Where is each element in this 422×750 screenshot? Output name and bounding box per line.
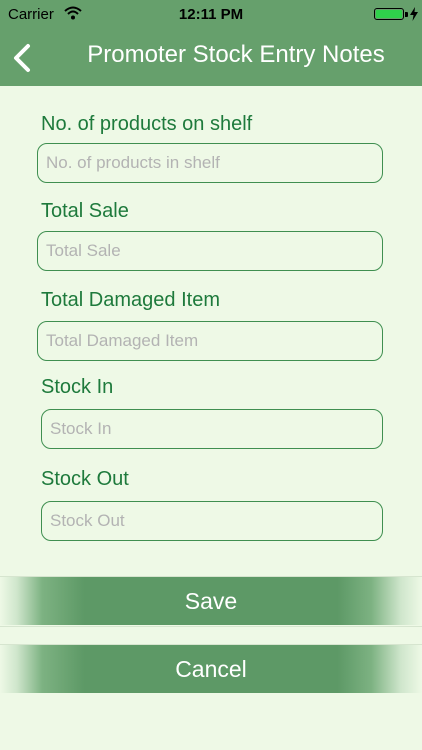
total-sale-label: Total Sale	[41, 200, 129, 222]
stock-in-label: Stock In	[41, 376, 114, 398]
stock-out-input[interactable]	[41, 501, 383, 541]
battery-icon	[374, 8, 404, 20]
status-bar: Carrier 12:11 PM	[0, 0, 422, 30]
chevron-left-icon	[14, 44, 30, 72]
total-damaged-item-label: Total Damaged Item	[41, 289, 220, 311]
back-button[interactable]	[6, 38, 42, 78]
total-sale-input[interactable]	[37, 231, 383, 271]
status-time: 12:11 PM	[178, 6, 244, 23]
products-on-shelf-label: No. of products on shelf	[41, 113, 253, 135]
navigation-bar: Promoter Stock Entry Notes	[0, 30, 422, 86]
products-on-shelf-input[interactable]	[37, 143, 383, 183]
total-damaged-item-input[interactable]	[37, 321, 383, 361]
stock-out-label: Stock Out	[41, 468, 129, 490]
charging-bolt-icon	[410, 7, 418, 21]
stock-in-input[interactable]	[41, 409, 383, 449]
battery-tip	[405, 12, 408, 17]
cancel-button[interactable]: Cancel	[0, 645, 422, 693]
divider	[0, 626, 422, 627]
page-title: Promoter Stock Entry Notes	[87, 41, 385, 68]
save-button[interactable]: Save	[0, 577, 422, 625]
